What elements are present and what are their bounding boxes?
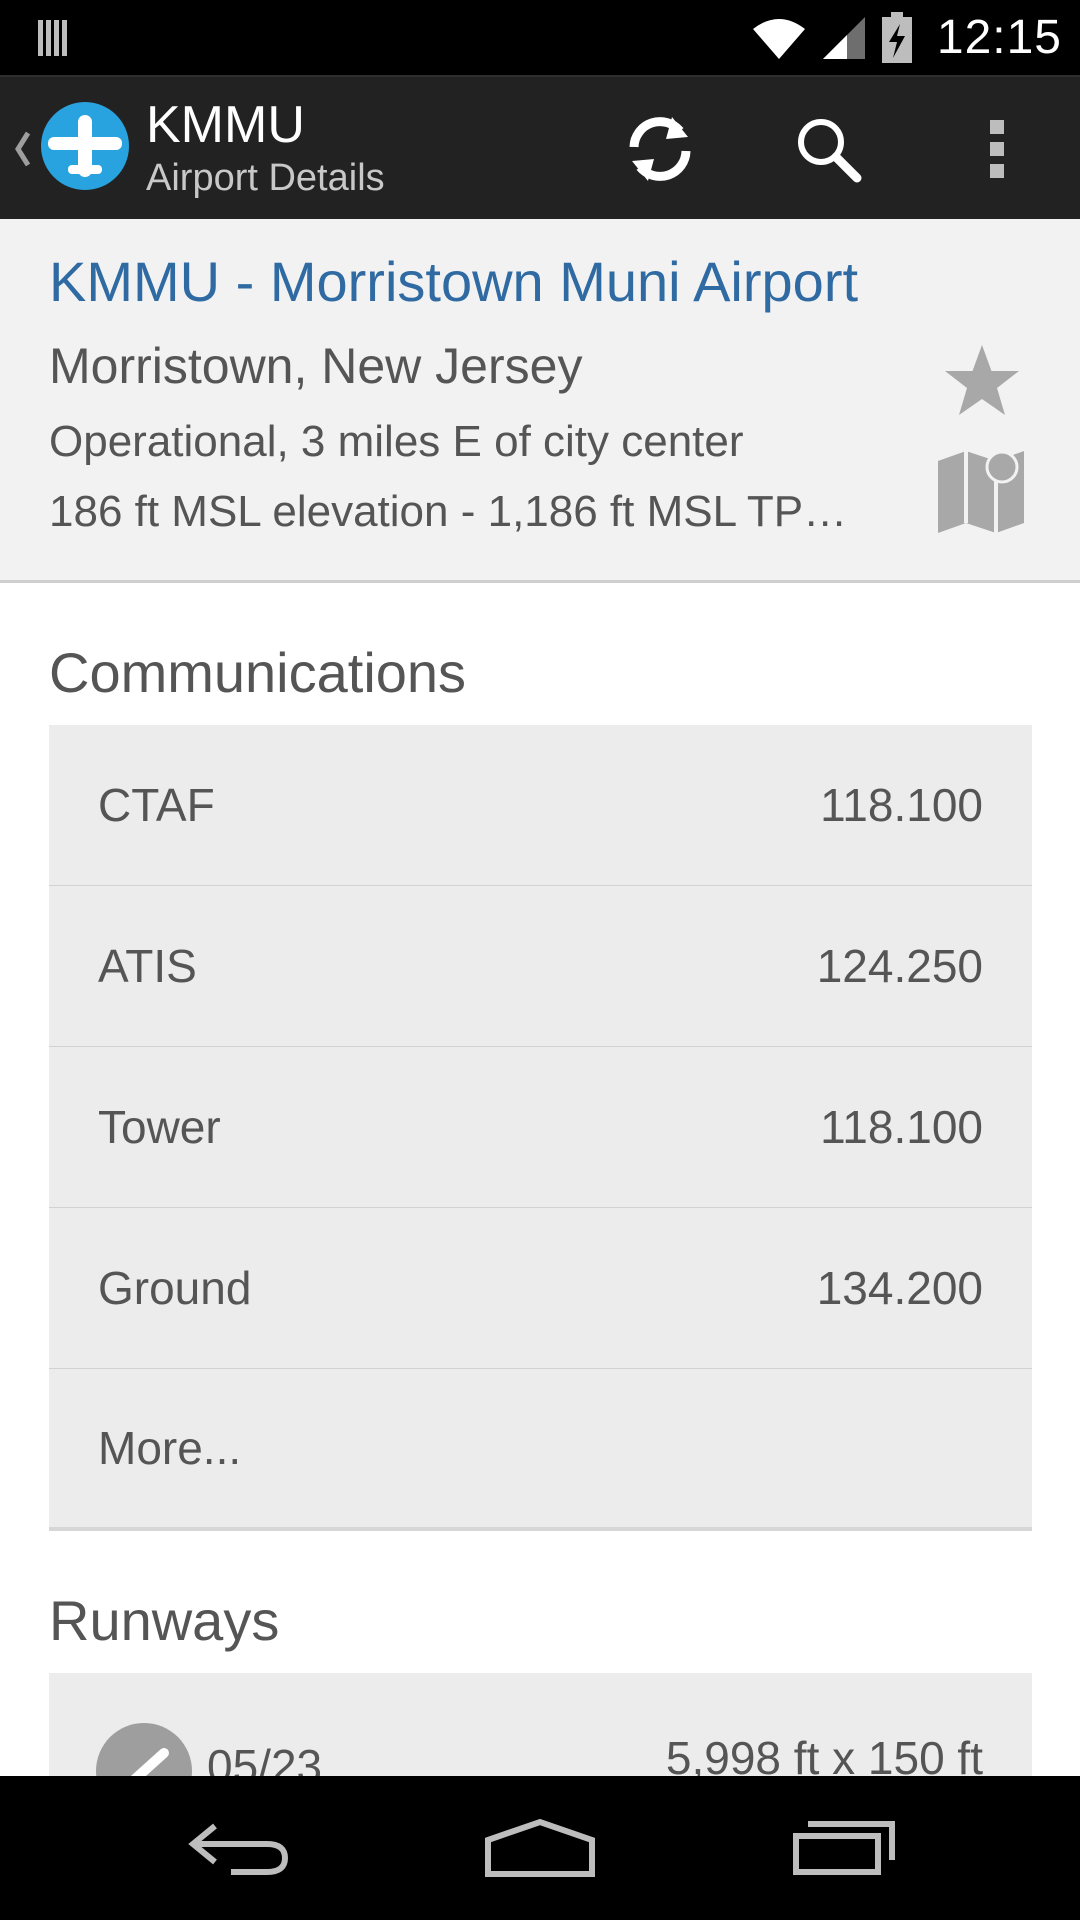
status-icons: 12:15 bbox=[751, 0, 1062, 75]
back-button[interactable] bbox=[170, 1806, 310, 1890]
airplane-icon[interactable] bbox=[40, 101, 130, 191]
comm-label: Ground bbox=[98, 1262, 252, 1314]
comm-row-tower[interactable]: Tower 118.100 bbox=[49, 1047, 1032, 1208]
overflow-menu-icon bbox=[990, 120, 1004, 178]
comm-row-ground[interactable]: Ground 134.200 bbox=[49, 1208, 1032, 1369]
runway-row[interactable]: 05/23 5,998 ft x 150 ft bbox=[49, 1673, 1032, 1793]
communications-list: CTAF 118.100 ATIS 124.250 Tower 118.100 … bbox=[49, 725, 1032, 1531]
search-icon bbox=[798, 119, 862, 183]
recents-button[interactable] bbox=[774, 1806, 914, 1890]
airport-status: Operational, 3 miles E of city center bbox=[49, 417, 744, 466]
comm-frequency: 118.100 bbox=[820, 1101, 983, 1153]
airport-name: KMMU - Morristown Muni Airport bbox=[49, 250, 859, 313]
refresh-icon bbox=[629, 117, 691, 181]
communications-title: Communications bbox=[49, 641, 467, 704]
comm-frequency: 134.200 bbox=[816, 1262, 983, 1314]
page-subtitle: Airport Details bbox=[146, 157, 385, 199]
comm-more-label: More... bbox=[98, 1422, 242, 1474]
title-block: KMMU Airport Details bbox=[146, 95, 385, 201]
cell-signal-icon bbox=[822, 16, 865, 59]
status-bar: 12:15 bbox=[0, 0, 1080, 75]
airport-elevation: 186 ft MSL elevation - 1,186 ft MSL TP… bbox=[49, 487, 848, 536]
notification-icon bbox=[38, 20, 67, 56]
comm-frequency: 118.100 bbox=[820, 779, 983, 831]
wifi-icon bbox=[752, 18, 805, 59]
map-icon[interactable] bbox=[936, 447, 1028, 535]
comm-label: Tower bbox=[98, 1101, 221, 1153]
airport-city: Morristown, New Jersey bbox=[49, 338, 583, 394]
overflow-menu-button[interactable] bbox=[955, 107, 1039, 191]
comm-row-atis[interactable]: ATIS 124.250 bbox=[49, 886, 1032, 1047]
refresh-button[interactable] bbox=[618, 107, 702, 191]
comm-more-button[interactable]: More... bbox=[49, 1369, 1032, 1527]
up-caret-icon[interactable] bbox=[12, 129, 32, 169]
page-title: KMMU bbox=[146, 96, 305, 154]
action-bar: KMMU Airport Details bbox=[0, 75, 1080, 219]
airport-header: KMMU - Morristown Muni Airport Morristow… bbox=[0, 219, 1080, 583]
navigation-bar bbox=[0, 1776, 1080, 1920]
battery-charging-icon bbox=[881, 11, 912, 63]
recents-icon bbox=[793, 1821, 895, 1875]
home-button[interactable] bbox=[470, 1806, 610, 1890]
back-icon bbox=[188, 1823, 289, 1875]
search-button[interactable] bbox=[786, 107, 870, 191]
comm-row-ctaf[interactable]: CTAF 118.100 bbox=[49, 725, 1032, 886]
comm-label: ATIS bbox=[98, 940, 197, 992]
comm-label: CTAF bbox=[98, 779, 215, 831]
home-icon bbox=[485, 1818, 595, 1877]
runways-list: 05/23 5,998 ft x 150 ft bbox=[49, 1673, 1032, 1793]
comm-frequency: 124.250 bbox=[816, 940, 983, 992]
star-icon[interactable] bbox=[942, 341, 1022, 421]
runways-title: Runways bbox=[49, 1589, 280, 1652]
status-time: 12:15 bbox=[936, 11, 1062, 64]
